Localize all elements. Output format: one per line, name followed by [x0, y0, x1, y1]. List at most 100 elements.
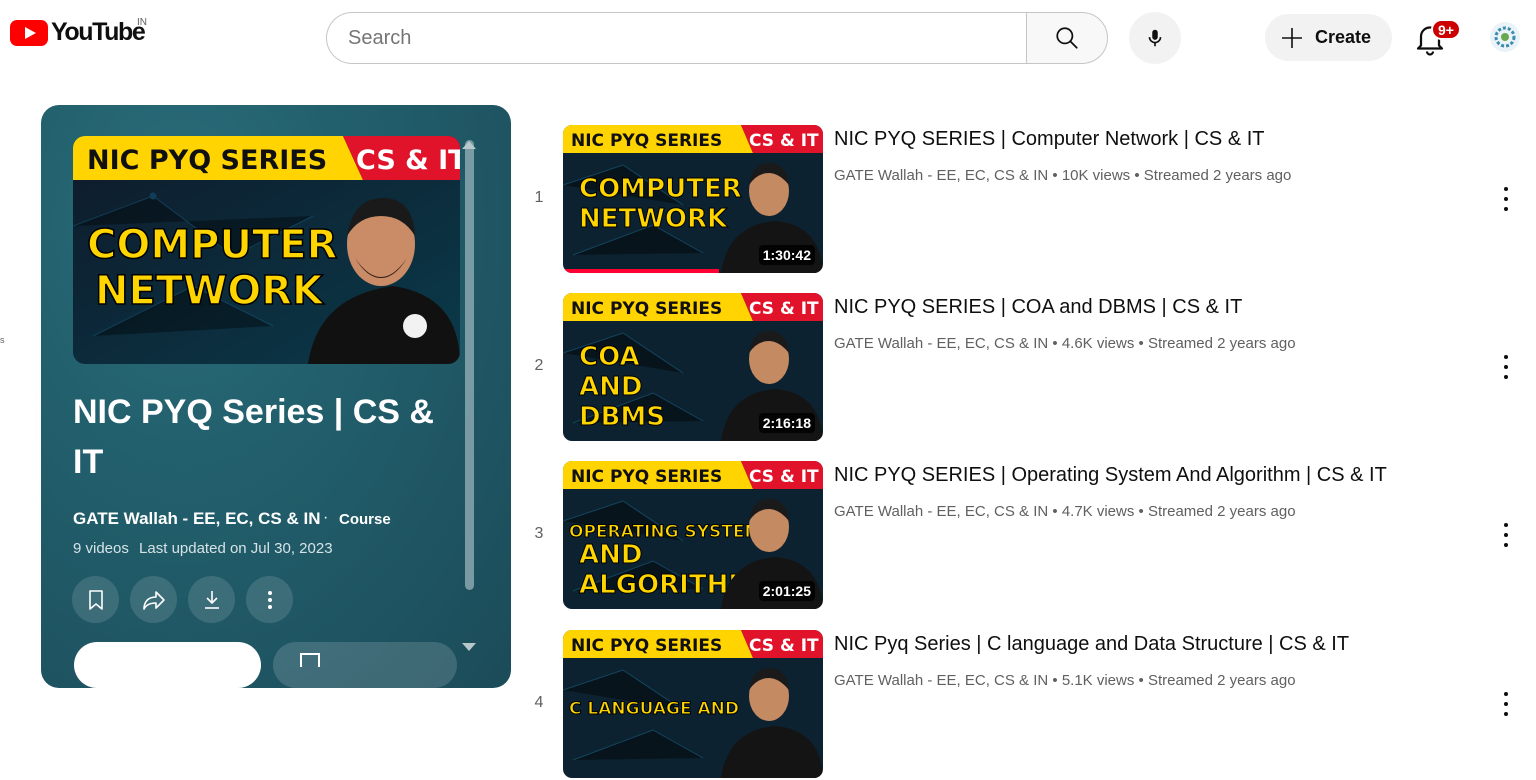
video-thumbnail[interactable]: NIC PYQ SERIES CS & IT C LANGUAGE AND [563, 630, 823, 778]
video-streamed: Streamed 2 years ago [1143, 167, 1292, 184]
video-thumbnail[interactable]: NIC PYQ SERIES CS & IT OPERATING SYSTEM A… [563, 461, 823, 609]
video-channel[interactable]: GATE Wallah - EE, EC, CS & IN [834, 335, 1048, 352]
save-icon [88, 589, 103, 610]
create-button[interactable]: Create [1265, 14, 1392, 61]
thumb-banner-right: CS & IT [356, 145, 460, 176]
video-meta: GATE Wallah - EE, EC, CS & IN • 5.1K vie… [834, 672, 1296, 689]
video-title[interactable]: NIC PYQ SERIES | Computer Network | CS &… [834, 128, 1265, 151]
playlist-video-row[interactable]: 3 NIC PYQ SERIES CS & IT OPERATING SYSTE… [528, 461, 1528, 611]
play-all-button[interactable] [74, 642, 261, 688]
meta-dot: • [1052, 503, 1062, 520]
search-bar [326, 12, 1108, 64]
video-duration: 2:16:18 [758, 413, 815, 433]
thumb-banner-left: NIC PYQ SERIES [571, 636, 722, 656]
download-icon [204, 590, 219, 609]
playlist-thumbnail-art: NIC PYQ SERIES CS & IT COMPUTER NETWORK [73, 136, 460, 364]
save-button[interactable] [72, 576, 119, 623]
thumb-banner-left: NIC PYQ SERIES [571, 299, 722, 319]
shuffle-button[interactable] [273, 642, 457, 688]
playlist-meta: 9 videos Last updated on Jul 30, 2023 [73, 540, 333, 557]
video-more-icon[interactable] [1496, 355, 1516, 379]
video-more-icon[interactable] [1496, 523, 1516, 547]
scroll-up-arrow-icon[interactable] [462, 141, 476, 149]
avatar-gear-icon [1494, 26, 1516, 48]
youtube-logo[interactable]: YouTube [10, 18, 146, 47]
notification-badge: 9+ [1431, 19, 1461, 40]
video-count: 9 videos [73, 540, 129, 557]
video-duration: 1:30:42 [758, 245, 815, 265]
meta-separator: · [323, 509, 329, 526]
thumb-line: COA [579, 342, 640, 372]
playlist-title: NIC PYQ Series | CS & IT [73, 393, 434, 481]
more-options-button[interactable] [246, 576, 293, 623]
region-code: IN [137, 17, 147, 28]
playlist-header-panel: NIC PYQ SERIES CS & IT COMPUTER NETWORK … [41, 105, 511, 688]
thumb-banner-right: CS & IT [749, 636, 819, 656]
video-channel[interactable]: GATE Wallah - EE, EC, CS & IN [834, 167, 1048, 184]
video-duration: 2:01:25 [758, 581, 815, 601]
thumb-banner-left: NIC PYQ SERIES [571, 467, 722, 487]
video-thumbnail-art: NIC PYQ SERIES CS & IT C LANGUAGE AND [563, 630, 823, 778]
playlist-owner[interactable]: GATE Wallah - EE, EC, CS & IN [73, 509, 320, 529]
playlist-video-row[interactable]: 2 NIC PYQ SERIES CS & IT COA AND DBMS 2:… [528, 293, 1528, 443]
video-title[interactable]: NIC PYQ SERIES | Operating System And Al… [834, 464, 1387, 487]
thumb-subject-line1: COMPUTER [87, 222, 337, 268]
thumb-subject-line2: NETWORK [95, 268, 325, 314]
share-button[interactable] [130, 576, 177, 623]
video-more-icon[interactable] [1496, 692, 1516, 716]
playlist-video-row[interactable]: 4 NIC PYQ SERIES CS & IT C LANGUAGE AND [528, 630, 1528, 780]
thumb-banner-right: CS & IT [749, 467, 819, 487]
top-bar: YouTube IN Create 9+ [0, 0, 1536, 76]
logo-text: YouTube [51, 18, 146, 46]
video-index: 2 [534, 357, 544, 374]
playlist-actions [72, 576, 293, 623]
meta-dot: • [1138, 503, 1148, 520]
thumb-line: AND [579, 540, 642, 570]
youtube-logo-icon [10, 19, 48, 46]
shuffle-icon [300, 653, 320, 667]
video-channel[interactable]: GATE Wallah - EE, EC, CS & IN [834, 672, 1048, 689]
scroll-down-arrow-icon[interactable] [462, 643, 476, 651]
share-icon [142, 590, 165, 610]
plus-icon [1282, 27, 1302, 48]
video-channel[interactable]: GATE Wallah - EE, EC, CS & IN [834, 503, 1048, 520]
download-button[interactable] [188, 576, 235, 623]
video-title[interactable]: NIC PYQ SERIES | COA and DBMS | CS & IT [834, 296, 1242, 319]
video-title[interactable]: NIC Pyq Series | C language and Data Str… [834, 633, 1349, 656]
create-label: Create [1315, 27, 1372, 47]
meta-dot: • [1052, 167, 1062, 184]
voice-search-button[interactable] [1129, 12, 1181, 64]
video-thumbnail[interactable]: NIC PYQ SERIES CS & IT COA AND DBMS 2:16:1… [563, 293, 823, 441]
avatar[interactable] [1490, 22, 1520, 52]
video-more-icon[interactable] [1496, 187, 1516, 211]
playlist-video-row[interactable]: 1 NIC PYQ SERIES CS & IT COMPUTER NETWORK [528, 125, 1528, 275]
thumb-line: AND [579, 372, 642, 402]
search-input[interactable] [326, 12, 1026, 64]
thumb-banner-right: CS & IT [749, 131, 819, 151]
thumb-line: OPERATING SYSTEM [569, 522, 761, 542]
edge-text: s [0, 335, 5, 345]
meta-dot: • [1052, 672, 1062, 689]
microphone-icon [1148, 29, 1162, 47]
search-icon [1056, 27, 1078, 49]
meta-dot: • [1138, 335, 1148, 352]
thumb-banner-left: NIC PYQ SERIES [87, 145, 327, 176]
last-updated: Last updated on Jul 30, 2023 [139, 540, 333, 557]
video-views: 10K views [1061, 167, 1131, 184]
video-views: 4.7K views [1061, 503, 1135, 520]
video-streamed: Streamed 2 years ago [1147, 672, 1296, 689]
search-button[interactable] [1026, 12, 1108, 64]
panel-scrollbar[interactable] [465, 140, 474, 590]
thumb-line: DBMS [579, 402, 665, 432]
thumb-banner-left: NIC PYQ SERIES [571, 131, 722, 151]
thumb-line: COMPUTER [579, 174, 742, 204]
meta-dot: • [1134, 167, 1144, 184]
video-meta: GATE Wallah - EE, EC, CS & IN • 4.6K vie… [834, 335, 1296, 352]
playlist-thumbnail[interactable]: NIC PYQ SERIES CS & IT COMPUTER NETWORK [73, 136, 460, 364]
thumb-line: C LANGUAGE AND [569, 699, 739, 719]
video-thumbnail[interactable]: NIC PYQ SERIES CS & IT COMPUTER NETWORK 1… [563, 125, 823, 273]
meta-dot: • [1138, 672, 1148, 689]
video-meta: GATE Wallah - EE, EC, CS & IN • 10K view… [834, 167, 1291, 184]
meta-dot: • [1052, 335, 1062, 352]
video-streamed: Streamed 2 years ago [1147, 503, 1296, 520]
